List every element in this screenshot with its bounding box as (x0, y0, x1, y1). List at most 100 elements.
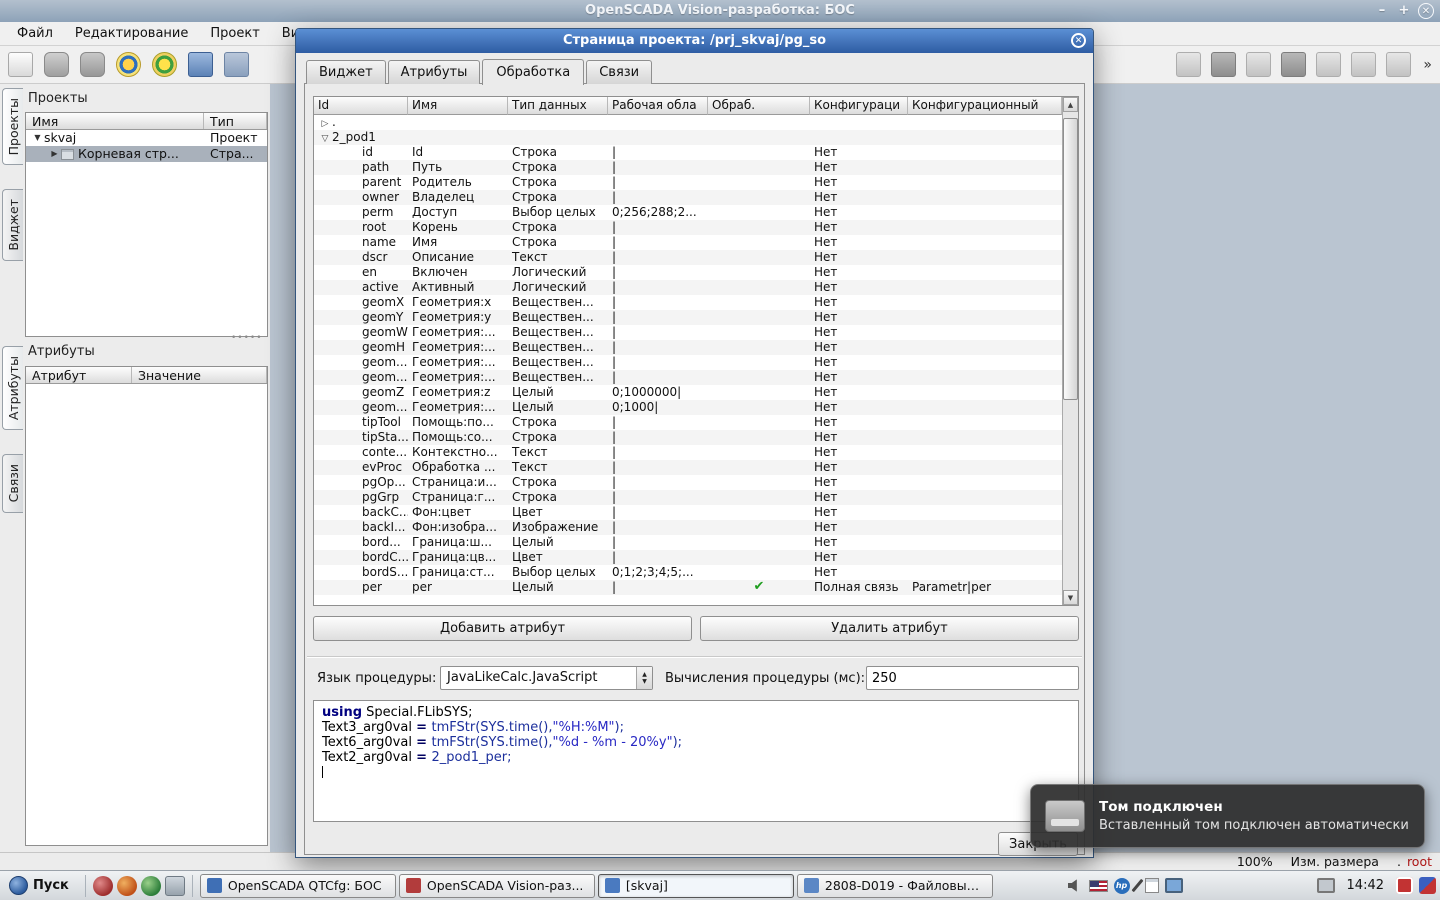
minimize-icon[interactable]: – (1374, 3, 1390, 19)
attr-row[interactable]: tipToolПомощь:по...Строка|Нет (314, 415, 1062, 430)
db-load-icon[interactable] (44, 52, 69, 77)
attr-row[interactable]: geomYГеометрия:yВеществен...|Нет (314, 310, 1062, 325)
attr-row[interactable]: geom...Геометрия:...Целый0;1000|Нет (314, 400, 1062, 415)
clock[interactable]: 14:42 (1347, 878, 1384, 893)
monitor-settings-icon[interactable] (1317, 878, 1335, 893)
menu-item-Проект[interactable]: Проект (199, 23, 270, 44)
scroll-up-icon[interactable]: ▲ (1063, 97, 1078, 112)
procedure-period-input[interactable] (866, 666, 1079, 690)
volume-icon[interactable] (1068, 879, 1083, 893)
scroll-down-icon[interactable]: ▼ (1063, 590, 1078, 605)
quicklaunch-icon-3[interactable] (141, 876, 161, 896)
taskbar-task-button[interactable]: [skvaj] (598, 874, 794, 898)
tab-Связи[interactable]: Связи (586, 60, 652, 84)
quicklaunch-icon-1[interactable] (93, 876, 113, 896)
combo-arrows-icon[interactable]: ▲▼ (636, 667, 652, 689)
add-attribute-button[interactable]: Добавить атрибут (313, 616, 692, 641)
attr-tree-row[interactable]: ▽2_pod1 (314, 130, 1062, 145)
column-header[interactable]: Конфигурационный (908, 97, 1062, 115)
notification-toast[interactable]: Том подключен Вставленный том подключен … (1030, 784, 1425, 848)
expand-icon[interactable]: ▶ (48, 146, 61, 162)
procedure-language-select[interactable]: JavaLikeCalc.JavaScript ▲▼ (440, 666, 653, 690)
project-tree-row[interactable]: ▶Корневая стр...Стра... (26, 146, 267, 162)
column-header-name[interactable]: Имя (26, 113, 204, 129)
new-window-icon[interactable] (188, 52, 213, 77)
attr-row[interactable]: geom...Геометрия:...Веществен...|Нет (314, 370, 1062, 385)
attr-row[interactable]: nameИмяСтрока|Нет (314, 235, 1062, 250)
show-desktop-icon[interactable] (165, 876, 185, 896)
run-widget-icon[interactable] (152, 52, 177, 77)
column-header[interactable]: Имя (408, 97, 508, 115)
cascade-windows-icon[interactable] (224, 52, 249, 77)
quicklaunch-icon-2[interactable] (117, 876, 137, 896)
column-header-attribute[interactable]: Атрибут (26, 367, 132, 383)
attr-row[interactable]: idIdСтрока|Нет (314, 145, 1062, 160)
view-tool-icon[interactable] (1351, 52, 1376, 77)
new-document-icon[interactable] (8, 52, 33, 77)
zoom-tool-icon[interactable] (1386, 52, 1411, 77)
scrollbar-track[interactable] (1063, 112, 1078, 590)
run-project-icon[interactable] (116, 52, 141, 77)
menu-item-Файл[interactable]: Файл (6, 23, 64, 44)
code-editor[interactable]: using Special.FLibSYS;Text3_arg0val = tm… (313, 700, 1079, 822)
display-icon[interactable] (1165, 878, 1183, 893)
column-header[interactable]: Обраб. (708, 97, 810, 115)
attr-row[interactable]: pathПутьСтрока|Нет (314, 160, 1062, 175)
attr-row[interactable]: geomHГеометрия:...Веществен...|Нет (314, 340, 1062, 355)
attr-row[interactable]: ownerВладелецСтрока|Нет (314, 190, 1062, 205)
alert-icon[interactable] (1396, 877, 1413, 894)
toolbar-overflow-icon[interactable]: » (1421, 57, 1434, 73)
dialog-titlebar[interactable]: Страница проекта: /prj_skvaj/pg_so ✕ (296, 29, 1093, 53)
hp-icon[interactable]: hp (1114, 878, 1130, 894)
attr-row[interactable]: evProcОбработка ...Текст|Нет (314, 460, 1062, 475)
table-scrollbar[interactable]: ▲ ▼ (1062, 97, 1078, 605)
attr-row[interactable]: backC...Фон:цветЦвет|Нет (314, 505, 1062, 520)
tab-Виджет[interactable]: Виджет (306, 60, 386, 84)
collapse-icon[interactable]: ▽ (318, 132, 332, 145)
collapse-icon[interactable]: ▼ (31, 130, 44, 146)
attr-row[interactable]: geomWГеометрия:...Веществен...|Нет (314, 325, 1062, 340)
attr-row[interactable]: conte...Контекстно...Текст|Нет (314, 445, 1062, 460)
attr-row[interactable]: bord...Граница:ш...Целый|Нет (314, 535, 1062, 550)
db-save-icon[interactable] (80, 52, 105, 77)
column-header[interactable]: Рабочая обла (608, 97, 708, 115)
attr-row[interactable]: perperЦелый|✔Полная связьParametr|per (314, 580, 1062, 595)
attr-row[interactable]: pgOp...Страница:и...Строка|Нет (314, 475, 1062, 490)
main-titlebar[interactable]: OpenSCADA Vision-разработка: БОС – + ✕ (0, 0, 1440, 22)
dialog-close-icon[interactable]: ✕ (1071, 33, 1086, 48)
scrollbar-thumb[interactable] (1063, 118, 1078, 400)
close-icon[interactable]: ✕ (1418, 3, 1434, 19)
align-left-icon[interactable] (1176, 52, 1201, 77)
attr-row[interactable]: enВключенЛогический|Нет (314, 265, 1062, 280)
attr-row[interactable]: activeАктивныйЛогический|Нет (314, 280, 1062, 295)
attr-row[interactable]: dscrОписаниеТекст|Нет (314, 250, 1062, 265)
side-tab-Атрибуты[interactable]: Атрибуты (2, 346, 23, 430)
attr-row[interactable]: tipSta...Помощь:со...Строка|Нет (314, 430, 1062, 445)
attr-row[interactable]: pgGrpСтраница:г...Строка|Нет (314, 490, 1062, 505)
project-tree-row[interactable]: ▼skvajПроект (26, 130, 267, 146)
align-center-icon[interactable] (1211, 52, 1236, 77)
taskbar-task-button[interactable]: OpenSCADA Vision-раз... (399, 874, 595, 898)
keyboard-layout-icon[interactable] (1089, 880, 1108, 892)
level-lower-icon[interactable] (1316, 52, 1341, 77)
menu-item-Редактирование[interactable]: Редактирование (64, 23, 199, 44)
side-tab-Связи[interactable]: Связи (2, 454, 23, 512)
attr-row[interactable]: bordC...Граница:цв...Цвет|Нет (314, 550, 1062, 565)
stylus-icon[interactable] (1131, 879, 1143, 892)
side-tab-Виджет[interactable]: Виджет (2, 189, 23, 261)
attr-row[interactable]: geomXГеометрия:xВеществен...|Нет (314, 295, 1062, 310)
attr-row[interactable]: geom...Геометрия:...Веществен...|Нет (314, 355, 1062, 370)
side-tab-Проекты[interactable]: Проекты (2, 88, 23, 165)
maximize-icon[interactable]: + (1396, 3, 1412, 19)
expand-icon[interactable]: ▷ (318, 117, 332, 130)
level-rise-icon[interactable] (1281, 52, 1306, 77)
attr-row[interactable]: backI...Фон:изобра...Изображение|Нет (314, 520, 1062, 535)
delete-attribute-button[interactable]: Удалить атрибут (700, 616, 1079, 641)
column-header[interactable]: Id (314, 97, 408, 115)
tab-Атрибуты[interactable]: Атрибуты (388, 60, 481, 84)
column-header-value[interactable]: Значение (132, 367, 267, 383)
align-right-icon[interactable] (1246, 52, 1271, 77)
splitter-handle[interactable]: ••••• (231, 333, 253, 343)
column-header[interactable]: Конфигураци (810, 97, 908, 115)
attr-row[interactable]: permДоступВыбор целых0;256;288;2...Нет (314, 205, 1062, 220)
